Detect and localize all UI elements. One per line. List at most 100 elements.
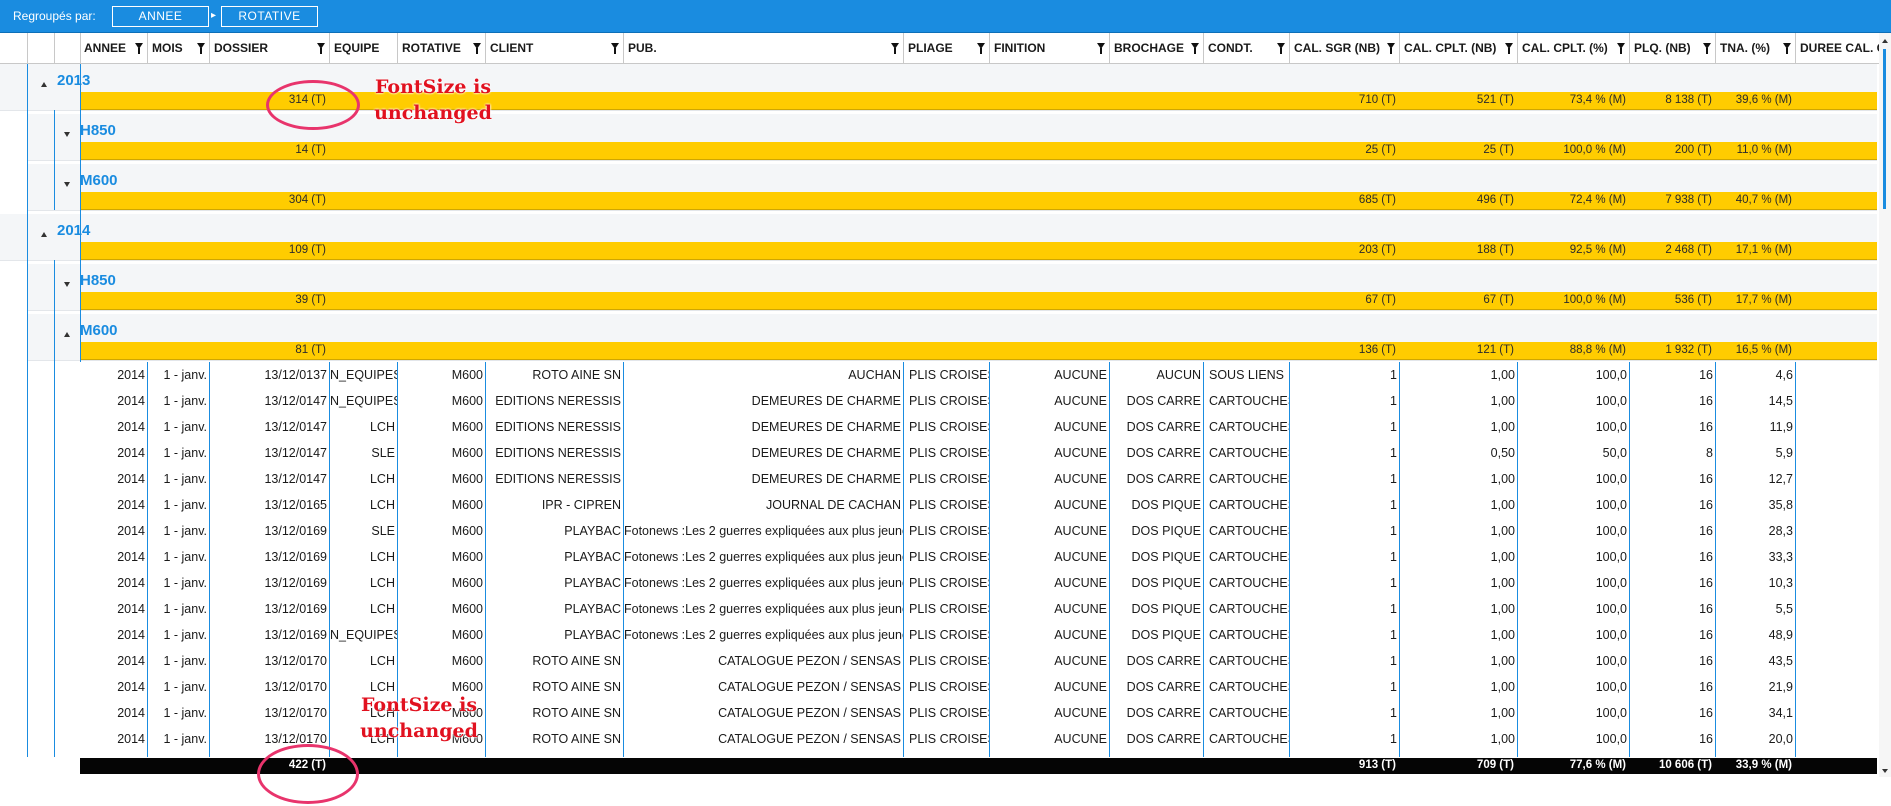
column-header-mois[interactable]: MOIS [148,33,210,63]
column-header-plq-nb[interactable]: PLQ. (NB) [1630,33,1716,63]
table-cell: 28,3 [1716,518,1796,544]
table-cell: AUCUNE [990,518,1110,544]
column-header-equipe[interactable]: EQUIPE [330,33,398,63]
table-cell: 1,00 [1400,726,1518,752]
filter-icon[interactable] [891,43,899,54]
table-cell: PLIS CROISES [904,492,990,518]
column-header-dossier[interactable]: DOSSIER [210,33,330,63]
table-cell: AUCUNE [990,362,1110,388]
filter-icon[interactable] [1277,43,1285,54]
table-cell: 12,7 [1716,466,1796,492]
column-header-duree-cal-c[interactable]: DUREE CAL. C [1796,33,1883,63]
group-chip-annee[interactable]: ANNEE [112,6,209,27]
group-summary-row: 304 (T) 685 (T) 496 (T) 72,4 % (M) 7 938 (T)… [80,192,1877,210]
column-header-tna[interactable]: TNA. (%) [1716,33,1796,63]
table-cell: DOS PIQUE [1110,622,1204,648]
scroll-thumb[interactable] [1883,49,1886,209]
table-row[interactable]: 2014 1 - janv. 13/12/0147 LCH M600 EDITIONS N… [80,466,1877,493]
table-cell: 16 [1630,648,1716,674]
table-cell: CARTOUCHES [1204,414,1290,440]
table-cell: 13/12/0147 [210,388,330,414]
table-row[interactable]: 2014 1 - janv. 13/12/0147 SLE M600 EDITIONS N… [80,440,1877,467]
column-header-cal-sgr-nb[interactable]: CAL. SGR (NB) [1290,33,1400,63]
table-cell: Fotonews :Les 2 guerres expliquées aux p… [624,622,904,648]
column-header-cal-cplt[interactable]: CAL. CPLT. (%) [1518,33,1630,63]
filter-icon[interactable] [135,43,143,54]
table-cell: LCH [330,414,398,440]
column-header-client[interactable]: CLIENT [486,33,624,63]
table-cell: 13/12/0170 [210,700,330,726]
table-cell: 48,9 [1716,622,1796,648]
table-cell: 1 [1290,596,1400,622]
table-cell: 100,0 [1518,726,1630,752]
filter-icon[interactable] [473,43,481,54]
summary-tna: 11,0 % (M) [1736,144,1792,156]
collapse-arrow-icon[interactable] [64,332,70,337]
table-cell: 2014 [80,622,148,648]
table-cell: OPTION FINANCE [486,752,624,757]
table-cell: 13/12/0169 [210,622,330,648]
filter-icon[interactable] [1505,43,1513,54]
filter-icon[interactable] [1703,43,1711,54]
scroll-up-icon[interactable] [1882,39,1888,43]
filter-icon[interactable] [1783,43,1791,54]
table-row[interactable]: 2014 1 - janv. 13/12/0147 N_EQUIPES M600 EDIT… [80,388,1877,415]
filter-icon[interactable] [1191,43,1199,54]
expand-arrow-icon[interactable] [64,182,70,187]
column-header-label: TNA. (%) [1720,41,1770,55]
table-cell: AUCUNE [990,466,1110,492]
table-row[interactable]: 2014 1 - janv. 13/12/0169 SLE M600 PLAYBAC Fot… [80,518,1877,545]
summary-cal-cplt-pct: 73,4 % (M) [1569,94,1626,106]
table-cell: 13/12/0169 [210,544,330,570]
filter-icon[interactable] [611,43,619,54]
table-row[interactable]: 2014 1 - janv. 13/12/0137 N_EQUIPES M600 ROTO… [80,362,1877,389]
column-header-pliage[interactable]: PLIAGE [904,33,990,63]
table-row[interactable]: 2014 1 - janv. 13/12/0169 LCH M600 PLAYBAC Fot… [80,544,1877,571]
group-chip-rotative[interactable]: ROTATIVE [221,6,318,27]
expand-arrow-icon[interactable] [64,282,70,287]
group-name: H850 [80,272,116,289]
vertical-scrollbar[interactable] [1879,33,1891,777]
filter-icon[interactable] [197,43,205,54]
summary-dossier: 304 (T) [288,194,326,206]
column-header-label: CAL. CPLT. (%) [1522,41,1608,55]
summary-plq: 7 938 (T) [1665,194,1712,206]
filter-icon[interactable] [1097,43,1105,54]
table-cell: CARTOUCHES [1204,388,1290,414]
table-cell: Fotonews :Les 2 guerres expliquées aux p… [624,570,904,596]
table-cell: 100,0 [1518,648,1630,674]
table-cell: 0,38 [1400,752,1518,757]
table-cell: AUCUNE [990,492,1110,518]
table-row[interactable]: 2014 1 - janv. 13/12/0147 LCH M600 EDITIONS N… [80,414,1877,441]
collapse-arrow-icon[interactable] [41,82,47,87]
table-cell: N_EQUIPES [330,362,398,388]
table-row[interactable]: 2014 1 - janv. 13/12/0169 N_EQUIPES M600 PLAY… [80,622,1877,649]
filter-icon[interactable] [977,43,985,54]
column-header-rotative[interactable]: ROTATIVE [398,33,486,63]
table-cell: 1 - janv. [148,596,210,622]
table-cell: 1 - janv. [148,648,210,674]
column-header-annee[interactable]: ANNEE [80,33,148,63]
column-header-cal-cplt-nb[interactable]: CAL. CPLT. (NB) [1400,33,1518,63]
filter-icon[interactable] [1387,43,1395,54]
column-header-brochage[interactable]: BROCHAGE [1110,33,1204,63]
table-row[interactable]: 2014 1 - janv. 13/12/0169 LCH M600 PLAYBAC Fot… [80,596,1877,623]
table-cell: AUCUNE [990,622,1110,648]
filter-icon[interactable] [1617,43,1625,54]
table-cell: 1 - janv. [148,492,210,518]
table-cell: DOS CARRE [1110,648,1204,674]
table-row[interactable]: 2014 1 - janv. 13/12/0165 LCH M600 IPR - CIPR… [80,492,1877,519]
table-cell: DEMEURES DE CHARME [624,466,904,492]
scroll-down-icon[interactable] [1882,769,1888,773]
table-cell: M600 [398,752,486,757]
filter-icon[interactable] [317,43,325,54]
table-cell: 1 [1290,700,1400,726]
expand-arrow-icon[interactable] [64,132,70,137]
table-row[interactable]: 2014 1 - janv. 13/12/0169 LCH M600 PLAYBAC Fot… [80,570,1877,597]
total-cal-cplt-pct: 77,6 % (M) [1569,759,1626,771]
column-header-finition[interactable]: FINITION [990,33,1110,63]
collapse-arrow-icon[interactable] [41,232,47,237]
column-header-condt[interactable]: CONDT. [1204,33,1290,63]
column-header-pub[interactable]: PUB. [624,33,904,63]
table-row[interactable]: 2014 1 - janv. 13/12/0170 LCH M600 ROTO AINE … [80,648,1877,675]
